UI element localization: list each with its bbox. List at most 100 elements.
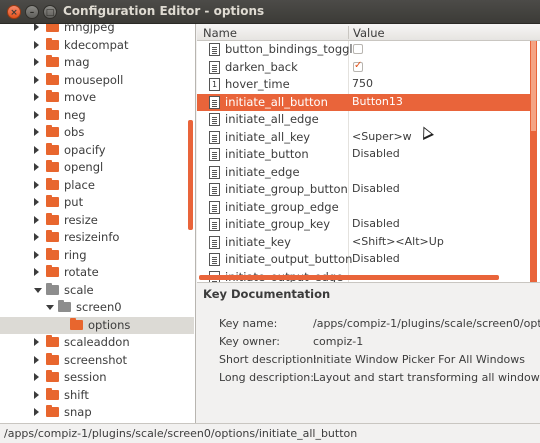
expander-right-icon[interactable] xyxy=(34,338,39,346)
key-owner-value[interactable]: compiz-1 xyxy=(313,335,363,348)
folder-icon xyxy=(46,90,59,102)
column-separator[interactable] xyxy=(348,26,349,39)
tree-item-scale[interactable]: scale xyxy=(0,282,194,300)
expander-down-icon[interactable] xyxy=(46,305,54,310)
expander-right-icon[interactable] xyxy=(34,373,39,381)
expander-right-icon[interactable] xyxy=(34,93,39,101)
key-list[interactable]: Name Value button_bindings_toggle darken_… xyxy=(197,24,540,282)
tree-item-label: mag xyxy=(64,55,90,69)
close-button[interactable]: × xyxy=(7,5,21,19)
expander-right-icon[interactable] xyxy=(34,75,39,84)
key-name-value[interactable]: /apps/compiz-1/plugins/scale/screen0/opt… xyxy=(313,317,540,330)
expander-right-icon[interactable] xyxy=(34,110,39,119)
tree-item-label: opacify xyxy=(64,142,106,157)
key-value[interactable]: Button13 xyxy=(352,95,403,108)
tree-item-kdecompat[interactable]: kdecompat xyxy=(0,37,194,55)
key-value[interactable]: <Super>w xyxy=(352,130,412,143)
tree-item-resizeinfo[interactable]: resizeinfo xyxy=(0,229,194,247)
key-row-initiate_button[interactable]: initiate_button Disabled xyxy=(197,146,530,164)
expander-right-icon[interactable] xyxy=(34,198,39,206)
status-bar: /apps/compiz-1/plugins/scale/screen0/opt… xyxy=(0,423,540,443)
title-bar[interactable]: × – □ Configuration Editor - options xyxy=(0,0,540,24)
maximize-button[interactable]: □ xyxy=(43,5,57,19)
name-column-header[interactable]: Name xyxy=(203,26,237,40)
tree-item-place[interactable]: place xyxy=(0,177,194,195)
tree-item-options[interactable]: options xyxy=(0,316,194,334)
folder-icon xyxy=(46,335,59,347)
key-name: initiate_group_edge xyxy=(225,199,339,214)
short-description-label: Short description: xyxy=(219,353,317,366)
tree-item-session[interactable]: session xyxy=(0,369,194,387)
key-row-initiate_all_key[interactable]: initiate_all_key <Super>w xyxy=(197,129,530,147)
key-value[interactable]: Disabled xyxy=(352,182,400,195)
tree-item-shift[interactable]: shift xyxy=(0,387,194,405)
expander-right-icon[interactable] xyxy=(34,163,39,171)
key-value[interactable]: Disabled xyxy=(352,147,400,160)
tree-item-obs[interactable]: obs xyxy=(0,124,194,142)
key-row-hover_time[interactable]: 1 hover_time 750 xyxy=(197,76,530,94)
tree-item-label: options xyxy=(88,317,131,332)
folder-icon xyxy=(46,212,59,225)
tree-item-put[interactable]: put xyxy=(0,194,194,212)
key-list-horizontal-scrollbar[interactable] xyxy=(199,275,499,280)
string-type-icon xyxy=(209,130,220,144)
short-description-value[interactable]: Initiate Window Picker For All Windows xyxy=(313,353,525,366)
expander-right-icon[interactable] xyxy=(34,180,39,189)
tree-item-label: scaleaddon xyxy=(64,335,130,349)
key-list-scrollbar-thumb[interactable] xyxy=(531,41,536,131)
tree-scrollbar-thumb[interactable] xyxy=(188,120,193,230)
long-description-value[interactable]: Layout and start transforming all window… xyxy=(313,371,540,384)
tree-item-screenshot[interactable]: screenshot xyxy=(0,352,194,370)
expander-down-icon[interactable] xyxy=(34,287,42,293)
key-row-initiate_group_button[interactable]: initiate_group_button Disabled xyxy=(197,181,530,199)
directory-tree[interactable]: mngjpeg kdecompat mag mousepoll move neg obs op… xyxy=(0,24,196,423)
expander-right-icon[interactable] xyxy=(34,24,39,31)
tree-item-scaleaddon[interactable]: scaleaddon xyxy=(0,334,194,352)
tree-item-mngjpeg[interactable]: mngjpeg xyxy=(0,24,194,37)
key-name: hover_time xyxy=(225,77,290,91)
string-type-icon xyxy=(209,113,220,126)
tree-item-ring[interactable]: ring xyxy=(0,247,194,265)
tree-item-screen0[interactable]: screen0 xyxy=(0,299,194,317)
key-row-button_bindings_toggle[interactable]: button_bindings_toggle xyxy=(197,41,530,59)
tree-item-mousepoll[interactable]: mousepoll xyxy=(0,72,194,90)
key-value[interactable]: Disabled xyxy=(352,252,400,265)
key-row-darken_back[interactable]: darken_back xyxy=(197,59,530,77)
expander-right-icon[interactable] xyxy=(34,268,39,276)
key-value[interactable]: Disabled xyxy=(352,217,400,230)
expander-right-icon[interactable] xyxy=(34,408,39,416)
value-column-header[interactable]: Value xyxy=(353,26,385,40)
key-row-initiate_edge[interactable]: initiate_edge xyxy=(197,164,530,182)
tree-item-snap[interactable]: snap xyxy=(0,404,194,422)
boolean-type-icon xyxy=(209,60,220,74)
tree-item-neg[interactable]: neg xyxy=(0,107,194,125)
expander-right-icon[interactable] xyxy=(34,390,39,399)
key-row-initiate_all_edge[interactable]: initiate_all_edge xyxy=(197,111,530,129)
key-row-initiate_output_button[interactable]: initiate_output_button Disabled xyxy=(197,251,530,269)
expander-right-icon[interactable] xyxy=(34,128,39,136)
expander-right-icon[interactable] xyxy=(34,58,39,66)
minimize-button[interactable]: – xyxy=(25,5,39,19)
expander-right-icon[interactable] xyxy=(34,40,39,49)
expander-right-icon[interactable] xyxy=(34,355,39,364)
tree-item-move[interactable]: move xyxy=(0,89,194,107)
string-type-icon xyxy=(209,95,220,109)
expander-right-icon[interactable] xyxy=(34,145,39,154)
key-row-initiate_all_button[interactable]: initiate_all_button Button13 xyxy=(197,93,530,111)
tree-item-resize[interactable]: resize xyxy=(0,212,194,230)
key-value[interactable]: <Shift><Alt>Up xyxy=(352,235,444,248)
value-checkbox[interactable] xyxy=(353,44,363,54)
tree-item-opacify[interactable]: opacify xyxy=(0,142,194,160)
tree-item-mag[interactable]: mag xyxy=(0,54,194,72)
expander-right-icon[interactable] xyxy=(34,215,39,224)
expander-right-icon[interactable] xyxy=(34,250,39,259)
key-row-initiate_key[interactable]: initiate_key <Shift><Alt>Up xyxy=(197,234,530,252)
expander-right-icon[interactable] xyxy=(34,233,39,241)
tree-item-opengl[interactable]: opengl xyxy=(0,159,194,177)
tree-item-label: kdecompat xyxy=(64,37,129,52)
key-row-initiate_group_key[interactable]: initiate_group_key Disabled xyxy=(197,216,530,234)
tree-item-rotate[interactable]: rotate xyxy=(0,264,194,282)
key-value[interactable]: 750 xyxy=(352,77,373,90)
key-row-initiate_group_edge[interactable]: initiate_group_edge xyxy=(197,199,530,217)
value-checkbox[interactable] xyxy=(353,60,363,72)
